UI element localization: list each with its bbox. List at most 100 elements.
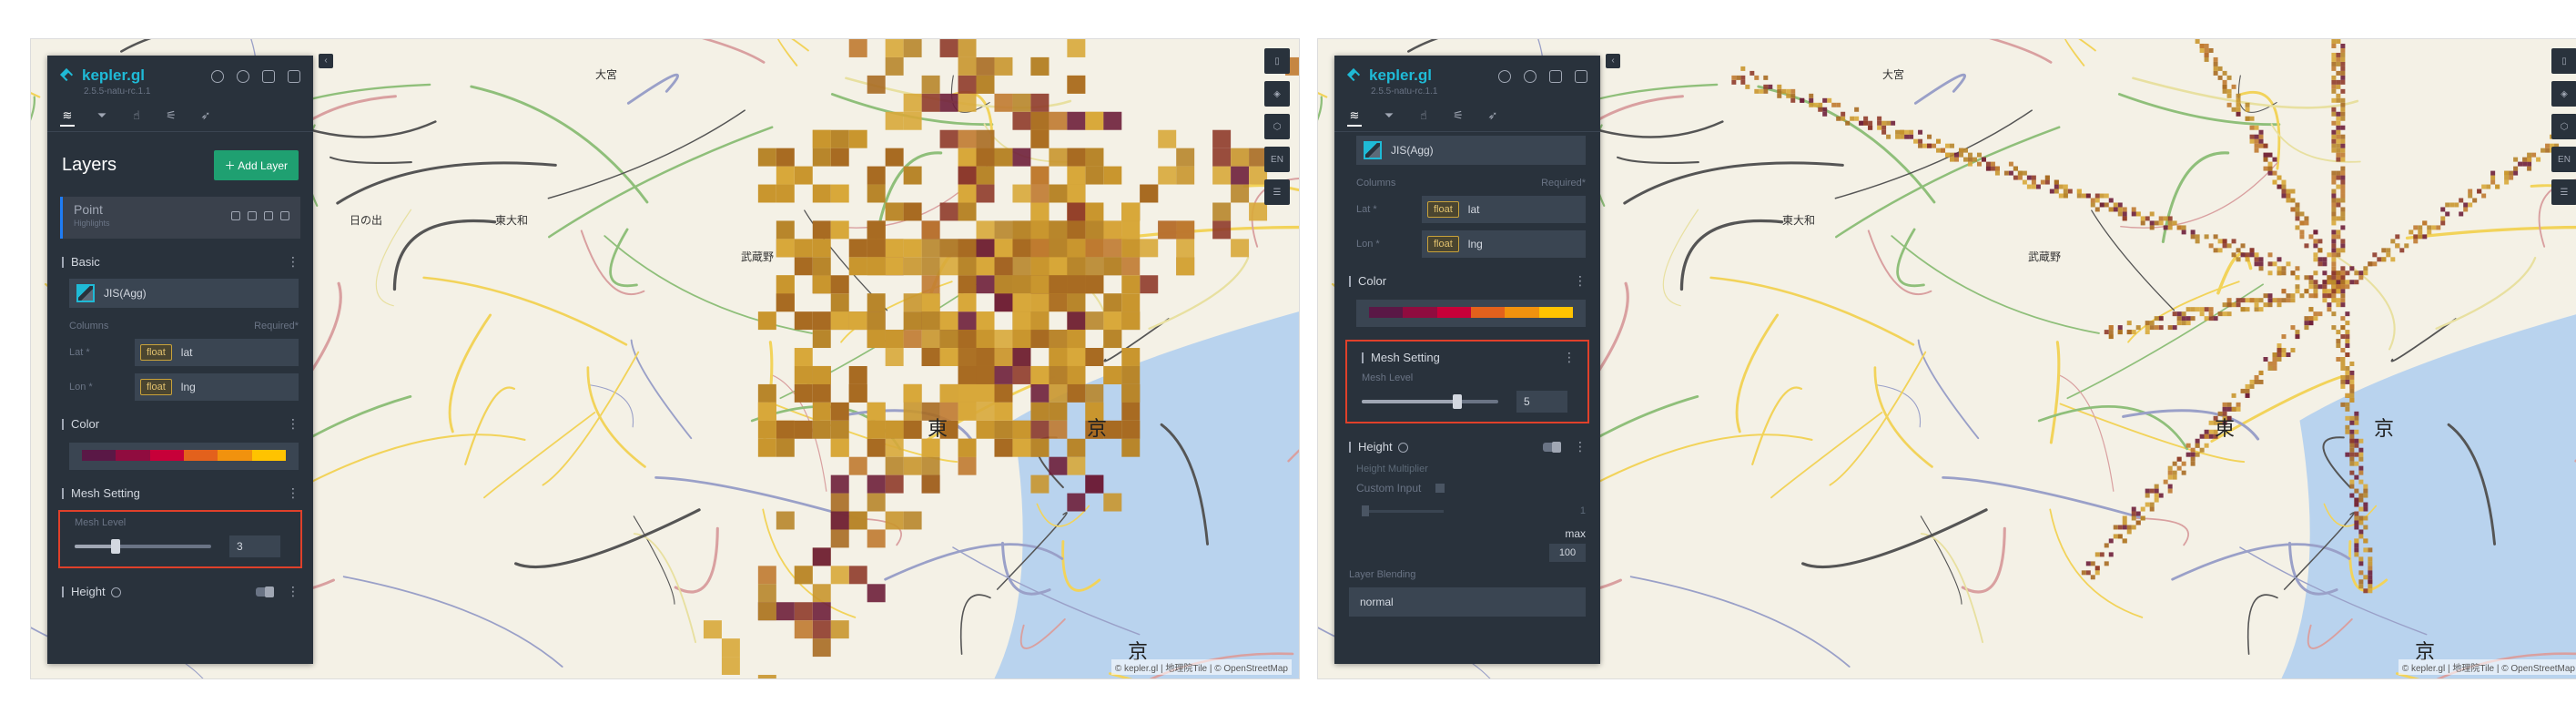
- mesh-cell: [2245, 383, 2250, 389]
- lat-field-selector[interactable]: float lat: [1422, 196, 1586, 223]
- database-icon[interactable]: [1549, 70, 1562, 83]
- mesh-cell: [2358, 493, 2364, 498]
- kepler-logo-icon: [60, 68, 75, 83]
- collapse-sidebar-button[interactable]: ‹: [1606, 54, 1620, 68]
- more-options-icon[interactable]: ⋮: [287, 485, 299, 501]
- more-options-icon[interactable]: ⋮: [287, 254, 299, 270]
- mesh-level-slider[interactable]: [75, 539, 211, 554]
- tab-basemap-icon[interactable]: ⚟: [164, 108, 178, 127]
- mesh-cell: [1981, 157, 1986, 162]
- legend-icon[interactable]: ☰: [1264, 179, 1290, 205]
- mesh-cell: [2345, 352, 2350, 358]
- mesh-cell: [812, 638, 831, 658]
- mesh-cell: [2231, 406, 2236, 412]
- mesh-cell: [2295, 207, 2300, 212]
- tab-layers-icon[interactable]: ≋: [1347, 108, 1362, 127]
- mesh-cell: [1012, 438, 1031, 457]
- mesh-cell: [2331, 248, 2337, 253]
- mesh-cell: [2331, 230, 2337, 235]
- layer-card[interactable]: Point Highlights: [60, 197, 300, 239]
- columns-label: Columns: [1356, 178, 1396, 189]
- bug-report-icon[interactable]: [1498, 70, 1511, 83]
- mesh-cell: [1030, 293, 1050, 312]
- tab-layers-icon[interactable]: ≋: [60, 108, 75, 127]
- info-icon[interactable]: [110, 586, 121, 597]
- split-map-icon[interactable]: ▯: [2551, 48, 2576, 74]
- tab-export-icon[interactable]: ➶: [1486, 108, 1500, 127]
- chevron-down-icon[interactable]: [280, 211, 289, 220]
- mesh-cell: [1103, 493, 1122, 512]
- mesh-cell: [1994, 170, 2000, 176]
- mesh-cell: [2345, 321, 2350, 326]
- mesh-level-input[interactable]: 3: [229, 536, 280, 557]
- duplicate-icon[interactable]: [264, 211, 273, 220]
- tab-export-icon[interactable]: ➶: [198, 108, 213, 127]
- bug-report-icon[interactable]: [211, 70, 224, 83]
- mesh-cell: [703, 620, 722, 639]
- info-icon[interactable]: [237, 70, 249, 83]
- layer-blending-select[interactable]: normal: [1349, 587, 1586, 617]
- language-toggle[interactable]: EN: [1264, 147, 1290, 172]
- mesh-cell: [939, 93, 958, 112]
- dataset-selector[interactable]: JIS(Agg): [69, 279, 299, 308]
- tab-filters-icon[interactable]: ⏷: [1382, 108, 1396, 127]
- lon-field-selector[interactable]: float lng: [1422, 230, 1586, 258]
- mesh-cell: [848, 129, 867, 148]
- more-options-icon[interactable]: ⋮: [1574, 273, 1587, 289]
- language-toggle[interactable]: EN: [2551, 147, 2576, 172]
- height-toggle[interactable]: [256, 586, 274, 598]
- mesh-cell: [1850, 116, 1855, 121]
- custom-input-checkbox[interactable]: [1435, 484, 1445, 493]
- dataset-selector[interactable]: JIS(Agg): [1356, 136, 1586, 165]
- mesh-level-slider[interactable]: [1362, 394, 1498, 409]
- mesh-cell: [812, 420, 831, 439]
- tab-filters-icon[interactable]: ⏷: [95, 108, 109, 127]
- mesh-cell: [2267, 166, 2273, 171]
- move-icon[interactable]: [248, 211, 257, 220]
- mesh-level-input[interactable]: 5: [1516, 391, 1567, 413]
- info-icon[interactable]: [1397, 442, 1408, 453]
- legend-icon[interactable]: ☰: [2551, 179, 2576, 205]
- add-layer-button[interactable]: ＋ Add Layer: [213, 150, 299, 180]
- more-options-icon[interactable]: ⋮: [1574, 439, 1587, 454]
- color-ramp-selector[interactable]: [69, 443, 299, 470]
- more-options-icon[interactable]: ⋮: [1563, 350, 1576, 365]
- tab-basemap-icon[interactable]: ⚟: [1451, 108, 1465, 127]
- height-multiplier-slider[interactable]: [1362, 505, 1444, 516]
- height-toggle[interactable]: [1543, 442, 1561, 454]
- slider-handle[interactable]: [111, 539, 120, 554]
- mesh-cell: [2213, 61, 2218, 66]
- 3d-view-icon[interactable]: ⬡: [1264, 114, 1290, 139]
- max-value-input[interactable]: 100: [1549, 544, 1586, 562]
- more-options-icon[interactable]: ⋮: [287, 416, 299, 432]
- mesh-cell: [757, 402, 776, 421]
- mesh-cell: [2522, 157, 2528, 162]
- more-options-icon[interactable]: ⋮: [287, 584, 299, 598]
- mesh-cell: [2340, 97, 2346, 103]
- mesh-cell: [1212, 202, 1232, 221]
- share-icon[interactable]: [1575, 70, 1587, 83]
- color-ramp-selector[interactable]: [1356, 300, 1586, 327]
- share-icon[interactable]: [288, 70, 300, 83]
- split-map-icon[interactable]: ▯: [1264, 48, 1290, 74]
- mesh-cell: [1121, 420, 1141, 439]
- mesh-cell: [2308, 234, 2314, 240]
- mesh-cell: [2308, 316, 2314, 321]
- 3d-view-icon[interactable]: ⬡: [2551, 114, 2576, 139]
- lat-field-selector[interactable]: float lat: [135, 339, 299, 366]
- database-icon[interactable]: [262, 70, 275, 83]
- info-icon[interactable]: [1524, 70, 1536, 83]
- mesh-cell: [2354, 552, 2359, 557]
- collapse-sidebar-button[interactable]: ‹: [319, 54, 333, 68]
- layers-visibility-icon[interactable]: ◈: [2551, 81, 2576, 107]
- mesh-cell: [1085, 275, 1104, 294]
- lon-field-selector[interactable]: float lng: [135, 373, 299, 401]
- mesh-cell: [885, 330, 904, 349]
- tab-interactions-icon[interactable]: ☝: [1416, 108, 1431, 127]
- tab-interactions-icon[interactable]: ☝: [129, 108, 144, 127]
- eye-icon[interactable]: [231, 211, 240, 220]
- mesh-cell: [2459, 211, 2464, 217]
- layers-visibility-icon[interactable]: ◈: [1264, 81, 1290, 107]
- mesh-cell: [2186, 452, 2191, 457]
- slider-handle[interactable]: [1453, 394, 1462, 409]
